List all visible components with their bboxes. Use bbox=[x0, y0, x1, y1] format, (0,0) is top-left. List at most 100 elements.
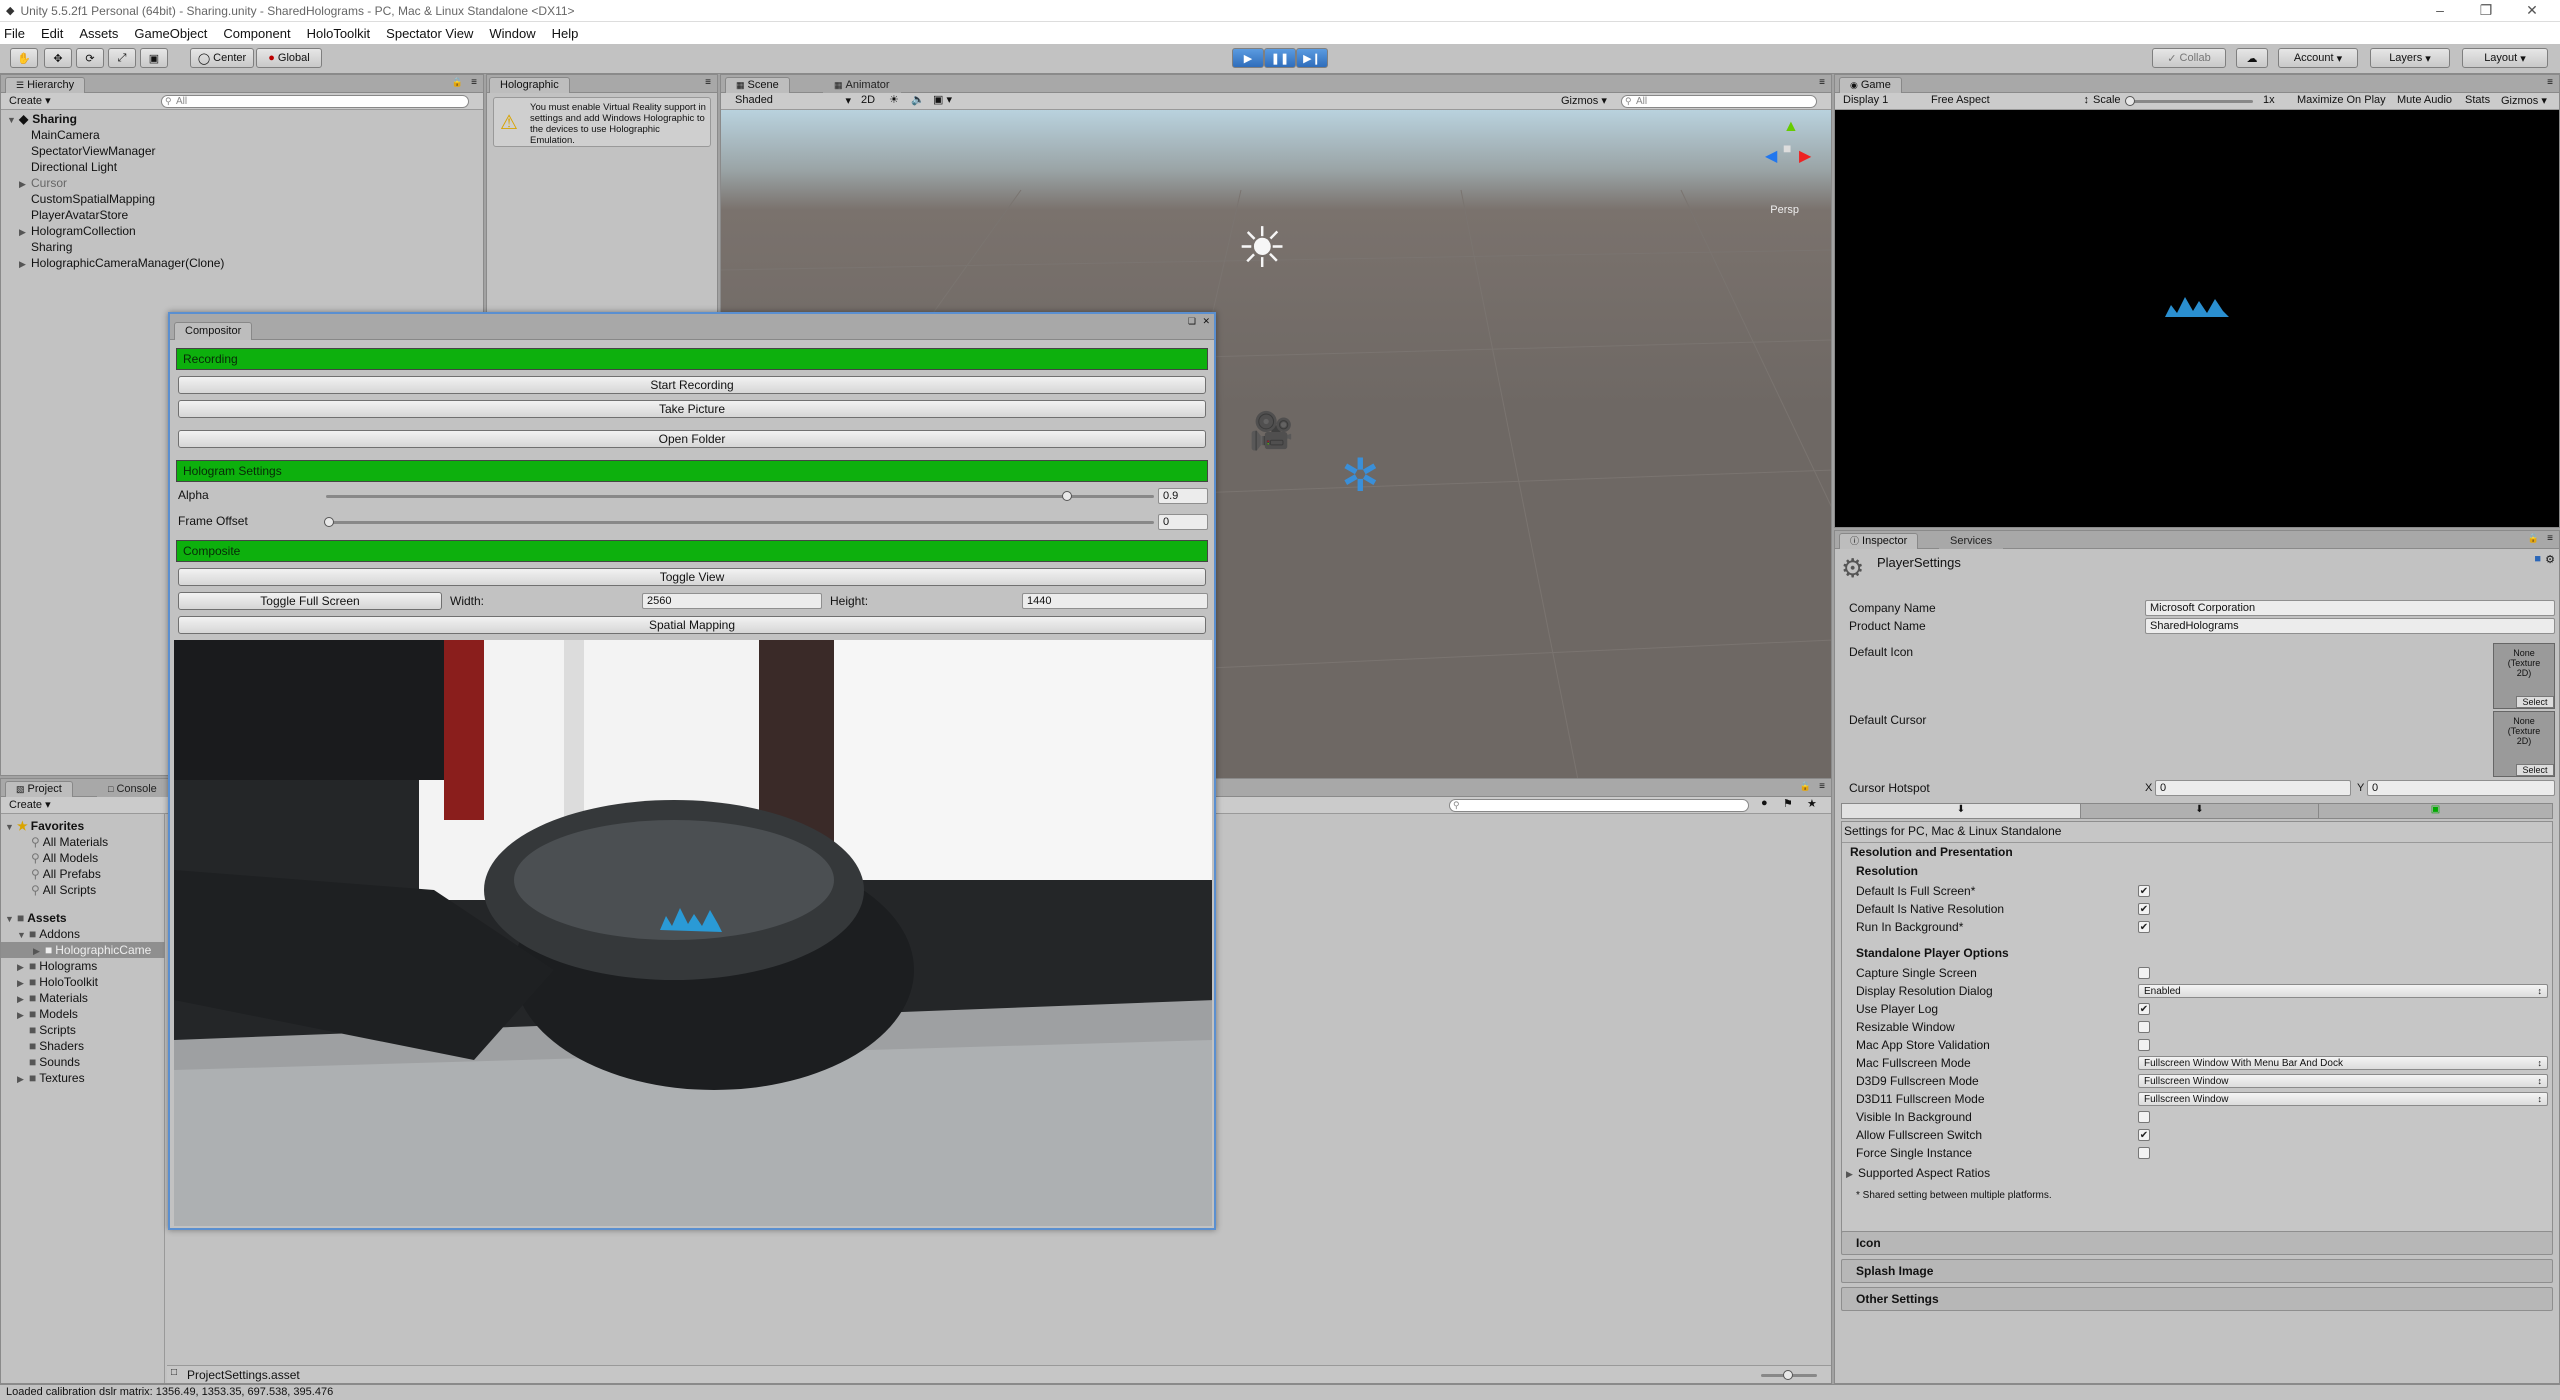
filter-type-icon[interactable]: ● bbox=[1761, 797, 1768, 809]
standalone-row-checkbox[interactable] bbox=[2138, 1147, 2150, 1159]
folder-shaders[interactable]: ■ Shaders bbox=[29, 1038, 84, 1054]
lock-icon[interactable]: 🔒 bbox=[1800, 781, 1811, 792]
supported-aspect-ratios-foldout[interactable]: ▶ Supported Aspect Ratios bbox=[1846, 1166, 1990, 1180]
shading-mode-dropdown[interactable]: Shaded ▾ bbox=[735, 94, 855, 107]
platform-tab-pc[interactable]: ⬇ bbox=[1842, 804, 2080, 818]
default-icon-select-button[interactable]: Select bbox=[2516, 696, 2554, 708]
hierarchy-item-customspatialmapping[interactable]: CustomSpatialMapping bbox=[31, 191, 155, 207]
step-button[interactable]: ▶❙ bbox=[1296, 48, 1328, 68]
hierarchy-item-spectatorviewmanager[interactable]: SpectatorViewManager bbox=[31, 143, 156, 159]
default-icon-slot[interactable]: None (Texture 2D) Select bbox=[2493, 643, 2555, 709]
height-field[interactable]: 1440 bbox=[1022, 593, 1208, 609]
audio-icon[interactable]: 🔈 bbox=[911, 93, 925, 106]
play-button[interactable]: ▶ bbox=[1232, 48, 1264, 68]
move-tool-button[interactable]: ✥ bbox=[44, 48, 72, 68]
alpha-slider-knob[interactable] bbox=[1062, 491, 1072, 501]
panel-menu-icon[interactable]: ≡ bbox=[1819, 781, 1825, 792]
panel-menu-icon[interactable]: ≡ bbox=[2547, 533, 2553, 544]
scene-root[interactable]: ▼ ◆ Sharing bbox=[7, 111, 77, 127]
hotspot-y-field[interactable]: 0 bbox=[2367, 780, 2555, 796]
collab-button[interactable]: ✓ Collab bbox=[2152, 48, 2226, 68]
directional-light-icon[interactable]: ☀ bbox=[1237, 220, 1287, 276]
menu-edit[interactable]: Edit bbox=[41, 26, 63, 41]
start-recording-button[interactable]: Start Recording bbox=[178, 376, 1206, 394]
lock-icon[interactable]: 🔒 bbox=[2528, 533, 2539, 544]
hierarchy-item-directional-light[interactable]: Directional Light bbox=[31, 159, 117, 175]
2d-toggle[interactable]: 2D bbox=[861, 94, 875, 106]
assets-folder[interactable]: ▼ ■ Assets bbox=[5, 910, 67, 926]
pivot-global-button[interactable]: ● Global bbox=[256, 48, 322, 68]
pause-button[interactable]: ❚❚ bbox=[1264, 48, 1296, 68]
standalone-row-checkbox[interactable] bbox=[2138, 967, 2150, 979]
open-folder-button[interactable]: Open Folder bbox=[178, 430, 1206, 448]
res-row-checkbox[interactable]: ✔ bbox=[2138, 885, 2150, 897]
folder-materials[interactable]: ▶ ■ Materials bbox=[17, 990, 88, 1006]
menu-file[interactable]: File bbox=[4, 26, 25, 41]
persp-label[interactable]: Persp bbox=[1770, 204, 1799, 216]
folder-addons[interactable]: ▼ ■ Addons bbox=[17, 926, 80, 942]
create-dropdown[interactable]: Create ▾ bbox=[9, 94, 51, 107]
frame-offset-slider[interactable] bbox=[326, 521, 1154, 524]
menu-window[interactable]: Window bbox=[489, 26, 535, 41]
lighting-icon[interactable]: ☀ bbox=[889, 93, 899, 106]
default-cursor-slot[interactable]: None (Texture 2D) Select bbox=[2493, 711, 2555, 777]
mute-audio-toggle[interactable]: Mute Audio bbox=[2397, 94, 2452, 106]
filter-label-icon[interactable]: ⚑ bbox=[1783, 797, 1793, 810]
cloud-button[interactable]: ☁ bbox=[2236, 48, 2268, 68]
project-create-dropdown[interactable]: Create ▾ bbox=[9, 798, 51, 811]
game-gizmos-dropdown[interactable]: Gizmos ▾ bbox=[2501, 94, 2547, 107]
gizmos-dropdown[interactable]: Gizmos ▾ bbox=[1561, 94, 1607, 107]
tab-console[interactable]: □ Console bbox=[97, 781, 168, 797]
stats-toggle[interactable]: Stats bbox=[2465, 94, 2490, 106]
scale-slider[interactable] bbox=[2127, 100, 2253, 103]
close-icon[interactable]: ✕ bbox=[2512, 0, 2552, 20]
take-picture-button[interactable]: Take Picture bbox=[178, 400, 1206, 418]
hierarchy-item-cursor[interactable]: ▶ Cursor bbox=[19, 175, 67, 191]
layout-button[interactable]: Layout ▾ bbox=[2462, 48, 2548, 68]
panel-menu-icon[interactable]: ≡ bbox=[471, 77, 477, 88]
panel-menu-icon[interactable]: ≡ bbox=[2547, 77, 2553, 88]
hand-tool-button[interactable]: ✋ bbox=[10, 48, 38, 68]
standalone-row-dropdown[interactable]: Fullscreen Window With Menu Bar And Dock bbox=[2138, 1056, 2548, 1070]
standalone-row-checkbox[interactable] bbox=[2138, 1039, 2150, 1051]
close-window-icon[interactable]: ✕ bbox=[1202, 316, 1210, 327]
hierarchy-item-holographiccameramanager[interactable]: ▶ HolographicCameraManager(Clone) bbox=[19, 255, 224, 271]
splash-image-foldout[interactable]: Splash Image bbox=[1841, 1259, 2553, 1283]
scale-tool-button[interactable]: ⤢ bbox=[108, 48, 136, 68]
hierarchy-search-input[interactable]: ⚲ All bbox=[161, 95, 469, 108]
hologram-object-icon[interactable]: ✲ bbox=[1341, 448, 1380, 502]
menu-holotoolkit[interactable]: HoloToolkit bbox=[307, 26, 371, 41]
folder-scripts[interactable]: ■ Scripts bbox=[29, 1022, 76, 1038]
folder-sounds[interactable]: ■ Sounds bbox=[29, 1054, 80, 1070]
platform-tab-windows-store[interactable]: ▣ bbox=[2318, 804, 2552, 818]
frame-offset-slider-knob[interactable] bbox=[324, 517, 334, 527]
scene-orientation-gizmo[interactable]: ▲ ▶ ◀ ■ bbox=[1759, 118, 1819, 182]
standalone-row-checkbox[interactable]: ✔ bbox=[2138, 1129, 2150, 1141]
product-name-field[interactable]: SharedHolograms bbox=[2145, 618, 2555, 634]
menu-assets[interactable]: Assets bbox=[79, 26, 118, 41]
standalone-row-checkbox[interactable]: ✔ bbox=[2138, 1003, 2150, 1015]
rotate-tool-button[interactable]: ⟳ bbox=[76, 48, 104, 68]
tab-hierarchy[interactable]: ☰ Hierarchy bbox=[5, 77, 86, 93]
favorites-folder[interactable]: ▼ ★ Favorites bbox=[5, 818, 84, 834]
game-viewport[interactable] bbox=[1835, 110, 2559, 527]
fav-all-prefabs[interactable]: ⚲ All Prefabs bbox=[31, 866, 101, 882]
hotspot-x-field[interactable]: 0 bbox=[2155, 780, 2351, 796]
tab-holographic[interactable]: Holographic bbox=[489, 77, 570, 93]
hierarchy-item-hologramcollection[interactable]: ▶ HologramCollection bbox=[19, 223, 136, 239]
width-field[interactable]: 2560 bbox=[642, 593, 822, 609]
maximize-window-icon[interactable]: ❏ bbox=[1188, 316, 1196, 327]
tab-services[interactable]: Services bbox=[1939, 533, 2004, 549]
res-row-checkbox[interactable]: ✔ bbox=[2138, 903, 2150, 915]
help-icon[interactable]: ■ bbox=[2534, 553, 2541, 565]
display-dropdown[interactable]: Display 1 bbox=[1843, 94, 1888, 106]
standalone-row-dropdown[interactable]: Fullscreen Window bbox=[2138, 1074, 2548, 1088]
tab-animator[interactable]: ▦ Animator bbox=[823, 77, 901, 93]
pivot-center-button[interactable]: ◯ Center bbox=[190, 48, 254, 68]
project-search-input[interactable]: ⚲ bbox=[1449, 799, 1749, 812]
standalone-row-dropdown[interactable]: Enabled bbox=[2138, 984, 2548, 998]
maximize-on-play-toggle[interactable]: Maximize On Play bbox=[2297, 94, 2386, 106]
folder-holograms[interactable]: ▶ ■ Holograms bbox=[17, 958, 97, 974]
fav-all-models[interactable]: ⚲ All Models bbox=[31, 850, 98, 866]
panel-menu-icon[interactable]: ≡ bbox=[1819, 77, 1825, 88]
